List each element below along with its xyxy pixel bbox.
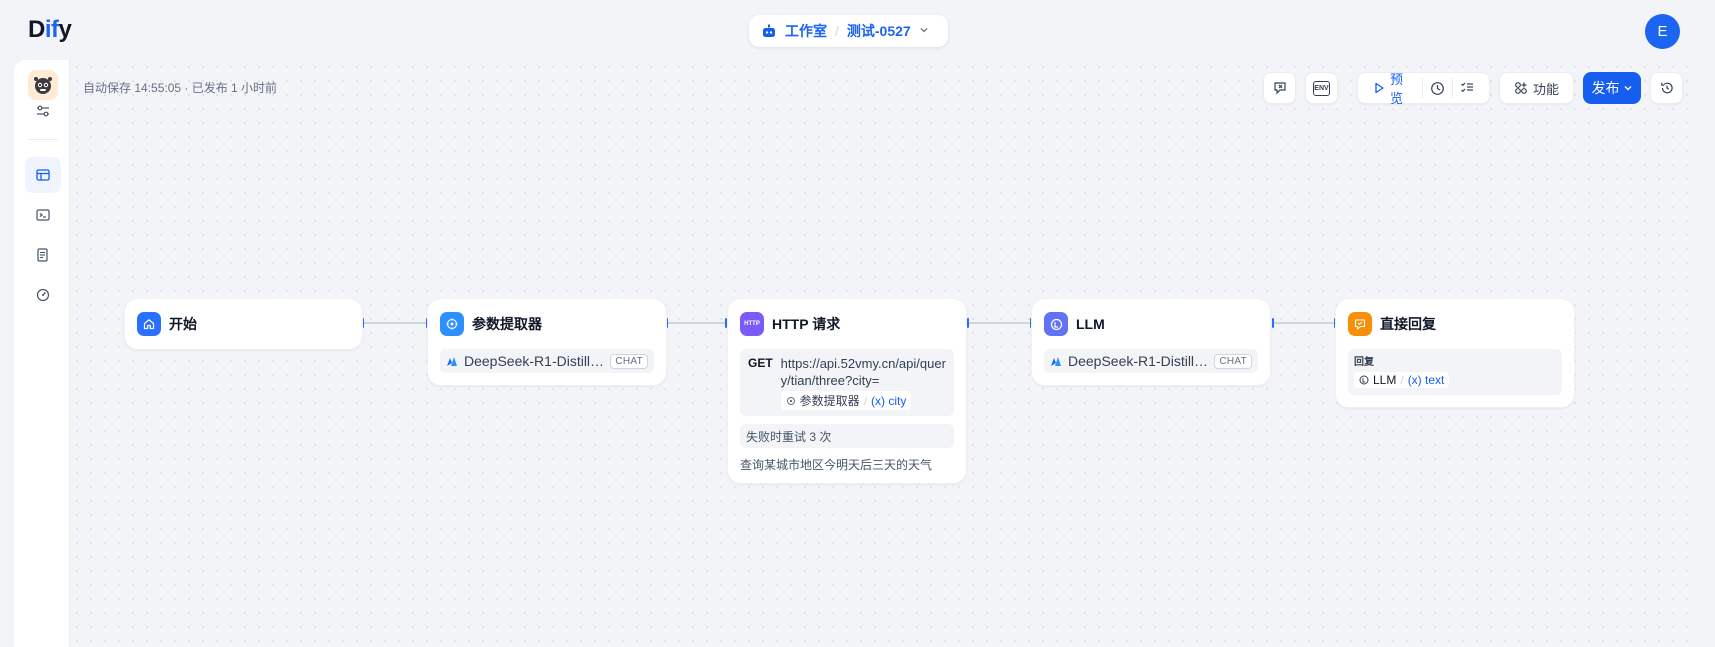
dify-logo[interactable]: Dify bbox=[28, 16, 72, 44]
model-mode-badge: CHAT bbox=[610, 353, 648, 369]
variable-separator: / bbox=[863, 393, 868, 408]
llm-icon bbox=[1359, 375, 1369, 385]
features-button[interactable]: 功能 bbox=[1499, 72, 1574, 104]
model-mode-badge: CHAT bbox=[1214, 353, 1252, 369]
chevron-down-icon bbox=[1623, 83, 1633, 93]
variable-node: 参数提取器 bbox=[799, 394, 860, 408]
preview-label: 预览 bbox=[1390, 72, 1404, 106]
source-handle[interactable] bbox=[1272, 318, 1274, 328]
rail-divider bbox=[28, 139, 58, 140]
retry-setting: 失败时重试 3 次 bbox=[740, 424, 954, 448]
reply-content: 回复 LLM / (x) text bbox=[1348, 349, 1562, 395]
variable-name: (x) text bbox=[1407, 373, 1445, 387]
app-breadcrumb[interactable]: 工作室 / 测试-0527 bbox=[749, 15, 948, 47]
publish-label: 发布 bbox=[1591, 80, 1620, 96]
features-label: 功能 bbox=[1532, 81, 1559, 97]
variable-name: (x) city bbox=[871, 393, 907, 408]
chevron-down-icon[interactable] bbox=[919, 25, 929, 38]
edge-extractor-http bbox=[668, 322, 726, 324]
model-provider-icon bbox=[1050, 355, 1062, 367]
env-variables-button[interactable]: ENV bbox=[1305, 72, 1338, 104]
node-title: 开始 bbox=[169, 316, 197, 332]
run-history-button[interactable] bbox=[1422, 78, 1452, 98]
rail-orchestrate[interactable] bbox=[25, 157, 61, 193]
autosave-status: 自动保存 14:55:05 · 已发布 1 小时前 bbox=[83, 81, 278, 95]
app-name[interactable]: 测试-0527 bbox=[847, 21, 911, 41]
node-direct-reply[interactable]: 直接回复 回复 LLM / (x) text bbox=[1335, 298, 1575, 408]
app-icon[interactable] bbox=[28, 70, 58, 100]
preview-toolbar-group: 预览 bbox=[1357, 72, 1490, 106]
source-handle[interactable] bbox=[967, 318, 969, 328]
apps-grid-icon bbox=[1514, 81, 1528, 95]
variable-reference: LLM / (x) text bbox=[1354, 372, 1450, 388]
variable-node: LLM bbox=[1373, 373, 1397, 387]
reply-icon bbox=[1348, 312, 1372, 336]
variable-separator: / bbox=[1400, 373, 1404, 387]
node-title: 参数提取器 bbox=[472, 316, 542, 332]
extractor-icon bbox=[440, 312, 464, 336]
settings-sliders-icon[interactable] bbox=[25, 98, 61, 124]
env-icon: ENV bbox=[1313, 80, 1330, 96]
http-icon: HTTP bbox=[740, 312, 764, 336]
model-name: DeepSeek-R1-Distill-... bbox=[464, 353, 605, 369]
rail-monitoring[interactable] bbox=[25, 277, 61, 313]
checklist-button[interactable] bbox=[1263, 72, 1296, 104]
edge-llm-reply bbox=[1273, 322, 1335, 324]
publish-button[interactable]: 发布 bbox=[1583, 72, 1641, 104]
robot-icon bbox=[761, 23, 777, 39]
node-title: LLM bbox=[1076, 316, 1105, 332]
play-icon bbox=[1373, 82, 1385, 94]
rail-api[interactable] bbox=[25, 197, 61, 233]
node-title: 直接回复 bbox=[1380, 316, 1436, 332]
node-start[interactable]: 开始 bbox=[124, 298, 363, 350]
node-title: HTTP 请求 bbox=[772, 316, 841, 332]
variable-reference: 参数提取器 / (x) city bbox=[780, 391, 912, 410]
model-selector[interactable]: DeepSeek-R1-Distill-... CHAT bbox=[440, 349, 654, 373]
node-parameter-extractor[interactable]: 参数提取器 DeepSeek-R1-Distill-... CHAT bbox=[427, 298, 667, 386]
checklist-list-button[interactable] bbox=[1452, 78, 1481, 98]
extractor-icon bbox=[786, 396, 796, 406]
rail-logs[interactable] bbox=[25, 237, 61, 273]
history-icon bbox=[1660, 81, 1674, 95]
model-selector[interactable]: DeepSeek-R1-Distill-... CHAT bbox=[1044, 349, 1258, 373]
version-history-button[interactable] bbox=[1650, 72, 1683, 104]
left-navigation-rail bbox=[14, 60, 70, 647]
edge-start-extractor bbox=[364, 322, 426, 324]
breadcrumb-studio[interactable]: 工作室 bbox=[785, 21, 827, 41]
http-request-config: GET https://api.52vmy.cn/api/query/tian/… bbox=[740, 349, 954, 416]
document-edit-icon bbox=[36, 248, 50, 262]
list-check-icon bbox=[1460, 81, 1474, 95]
http-method: GET bbox=[748, 356, 773, 370]
llm-icon bbox=[1044, 312, 1068, 336]
edge-http-llm bbox=[968, 322, 1030, 324]
gauge-icon bbox=[36, 288, 50, 302]
terminal-icon bbox=[36, 208, 50, 222]
node-llm[interactable]: LLM DeepSeek-R1-Distill-... CHAT bbox=[1031, 298, 1271, 386]
breadcrumb-separator: / bbox=[835, 23, 839, 39]
model-provider-icon bbox=[446, 355, 458, 367]
history-clock-icon bbox=[1430, 81, 1445, 96]
http-url: https://api.52vmy.cn/api/query/tian/thre… bbox=[780, 356, 946, 388]
user-avatar[interactable]: E bbox=[1645, 14, 1680, 49]
preview-button[interactable]: 预览 bbox=[1366, 72, 1422, 106]
home-icon bbox=[137, 312, 161, 336]
node-http-request[interactable]: HTTP HTTP 请求 GET https://api.52vmy.cn/ap… bbox=[727, 298, 967, 484]
message-check-icon bbox=[1273, 81, 1287, 95]
model-name: DeepSeek-R1-Distill-... bbox=[1068, 353, 1209, 369]
node-description: 查询某城市地区今明天后三天的天气 bbox=[740, 458, 933, 472]
workflow-layout-icon bbox=[36, 168, 50, 182]
reply-label: 回复 bbox=[1354, 357, 1374, 368]
